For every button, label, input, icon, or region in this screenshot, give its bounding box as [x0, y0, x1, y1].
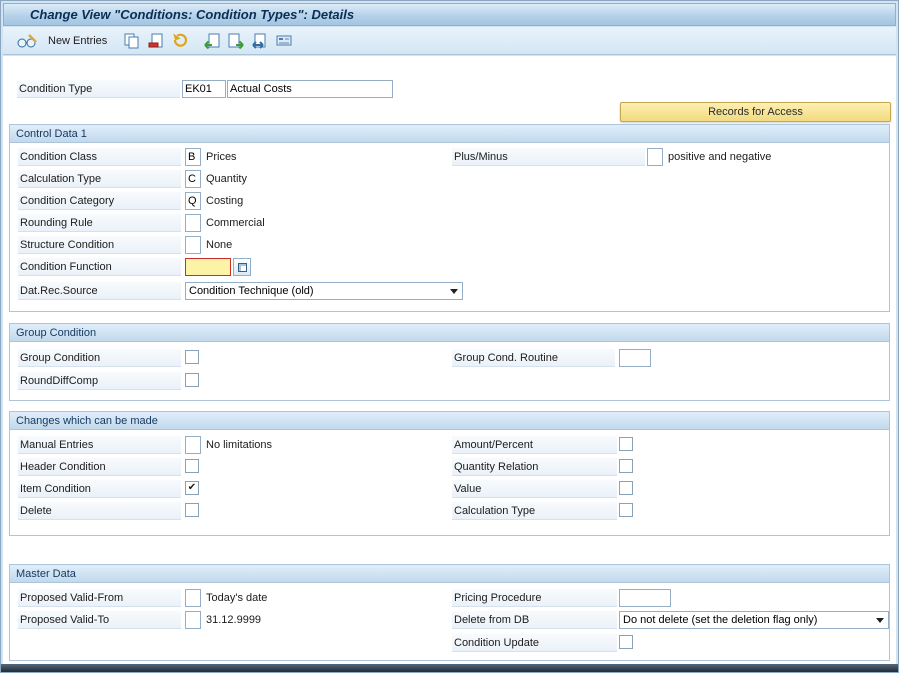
dat-rec-source-dropdown[interactable]: Condition Technique (old) [185, 282, 463, 300]
condition-type-label: Condition Type [17, 80, 180, 98]
master-data-section-title: Master Data [10, 565, 889, 583]
condition-function-label: Condition Function [18, 258, 181, 276]
display-change-button[interactable] [13, 30, 41, 52]
round-diff-comp-checkbox[interactable] [185, 373, 199, 387]
possible-entries-icon [237, 262, 247, 272]
sap-window: Change View "Conditions: Condition Types… [0, 0, 899, 673]
dat-rec-source-label: Dat.Rec.Source [18, 282, 181, 300]
records-for-access-button[interactable]: Records for Access [620, 102, 891, 122]
rounding-rule-text: Commercial [206, 217, 265, 229]
proposed-valid-to-text: 31.12.9999 [206, 614, 262, 626]
other-entry-icon [252, 33, 266, 49]
item-condition-checkbox[interactable]: ✔ [185, 481, 199, 495]
condition-function-matchcode-button[interactable] [233, 258, 251, 276]
dropdown-arrow-icon [446, 288, 462, 294]
condition-function-field[interactable] [185, 258, 231, 276]
previous-entry-button[interactable] [200, 30, 224, 52]
quantity-relation-checkbox[interactable] [619, 459, 633, 473]
group-cond-routine-label: Group Cond. Routine [452, 349, 615, 367]
undo-icon [173, 33, 188, 47]
changes-calculation-type-checkbox[interactable] [619, 503, 633, 517]
condition-category-field[interactable] [185, 192, 201, 210]
quantity-relation-label: Quantity Relation [452, 458, 617, 476]
condition-class-text: Prices [206, 151, 237, 163]
section-group-condition: Group Condition Group Condition Group Co… [9, 323, 890, 401]
delete-from-db-value: Do not delete (set the deletion flag onl… [623, 614, 818, 626]
calculation-type-field[interactable] [185, 170, 201, 188]
group-condition-label: Group Condition [18, 349, 181, 367]
plus-minus-label: Plus/Minus [452, 148, 645, 166]
dropdown-arrow-icon [872, 617, 888, 623]
structure-condition-text: None [206, 239, 233, 251]
delete-checkbox[interactable] [185, 503, 199, 517]
pricing-procedure-field[interactable] [619, 589, 671, 607]
plus-minus-text: positive and negative [668, 151, 772, 163]
bc-set-icon [276, 35, 292, 45]
checkmark-icon: ✔ [187, 482, 197, 493]
group-condition-checkbox[interactable] [185, 350, 199, 364]
delete-entry-button[interactable] [144, 30, 168, 52]
proposed-valid-from-label: Proposed Valid-From [18, 589, 181, 607]
calculation-type-label: Calculation Type [18, 170, 181, 188]
header-condition-checkbox[interactable] [185, 459, 199, 473]
delete-label: Delete [18, 502, 181, 520]
value-label: Value [452, 480, 617, 498]
calculation-type-text: Quantity [206, 173, 247, 185]
delete-entry-icon [148, 33, 163, 47]
other-entry-button[interactable] [248, 30, 272, 52]
round-diff-comp-label: RoundDiffComp [18, 372, 181, 390]
section-changes: Changes which can be made Manual Entries… [9, 411, 890, 536]
page-title: Change View "Conditions: Condition Types… [30, 7, 355, 22]
control-data-section-title: Control Data 1 [10, 125, 889, 143]
condition-type-name-field[interactable] [227, 80, 393, 98]
item-condition-label: Item Condition [18, 480, 181, 498]
window-bottom-edge [1, 664, 898, 672]
manual-entries-field[interactable] [185, 436, 201, 454]
pricing-procedure-label: Pricing Procedure [452, 589, 617, 607]
next-entry-icon [228, 33, 245, 49]
bc-set-button[interactable] [272, 30, 296, 52]
application-toolbar: New Entries [3, 27, 896, 55]
display-change-icon [17, 33, 37, 47]
manual-entries-text: No limitations [206, 439, 273, 451]
amount-percent-checkbox[interactable] [619, 437, 633, 451]
manual-entries-label: Manual Entries [18, 436, 181, 454]
copy-entry-icon [124, 33, 139, 48]
content-area: Condition Type Records for Access Contro… [3, 56, 896, 665]
undo-button[interactable] [168, 30, 192, 52]
proposed-valid-to-label: Proposed Valid-To [18, 611, 181, 629]
group-condition-section-title: Group Condition [10, 324, 889, 342]
structure-condition-label: Structure Condition [18, 236, 181, 254]
rounding-rule-label: Rounding Rule [18, 214, 181, 232]
copy-entry-button[interactable] [120, 30, 144, 52]
changes-section-title: Changes which can be made [10, 412, 889, 430]
section-control-data-1: Control Data 1 Condition Class Prices Pl… [9, 124, 890, 312]
dat-rec-source-value: Condition Technique (old) [189, 285, 314, 297]
delete-from-db-label: Delete from DB [452, 611, 617, 629]
amount-percent-label: Amount/Percent [452, 436, 617, 454]
title-bar: Change View "Conditions: Condition Types… [3, 3, 896, 26]
structure-condition-field[interactable] [185, 236, 201, 254]
condition-class-field[interactable] [185, 148, 201, 166]
plus-minus-field[interactable] [647, 148, 663, 166]
condition-update-label: Condition Update [452, 634, 617, 652]
changes-calculation-type-label: Calculation Type [452, 502, 617, 520]
proposed-valid-from-field[interactable] [185, 589, 201, 607]
previous-entry-icon [204, 33, 220, 49]
section-master-data: Master Data Proposed Valid-From Today's … [9, 564, 890, 661]
value-checkbox[interactable] [619, 481, 633, 495]
next-entry-button[interactable] [224, 30, 248, 52]
group-cond-routine-field[interactable] [619, 349, 651, 367]
new-entries-button[interactable]: New Entries [41, 30, 114, 52]
delete-from-db-dropdown[interactable]: Do not delete (set the deletion flag onl… [619, 611, 889, 629]
condition-type-key-field[interactable] [182, 80, 226, 98]
condition-category-label: Condition Category [18, 192, 181, 210]
condition-update-checkbox[interactable] [619, 635, 633, 649]
proposed-valid-from-text: Today's date [206, 592, 268, 604]
condition-class-label: Condition Class [18, 148, 181, 166]
header-condition-label: Header Condition [18, 458, 181, 476]
rounding-rule-field[interactable] [185, 214, 201, 232]
proposed-valid-to-field[interactable] [185, 611, 201, 629]
condition-category-text: Costing [206, 195, 244, 207]
